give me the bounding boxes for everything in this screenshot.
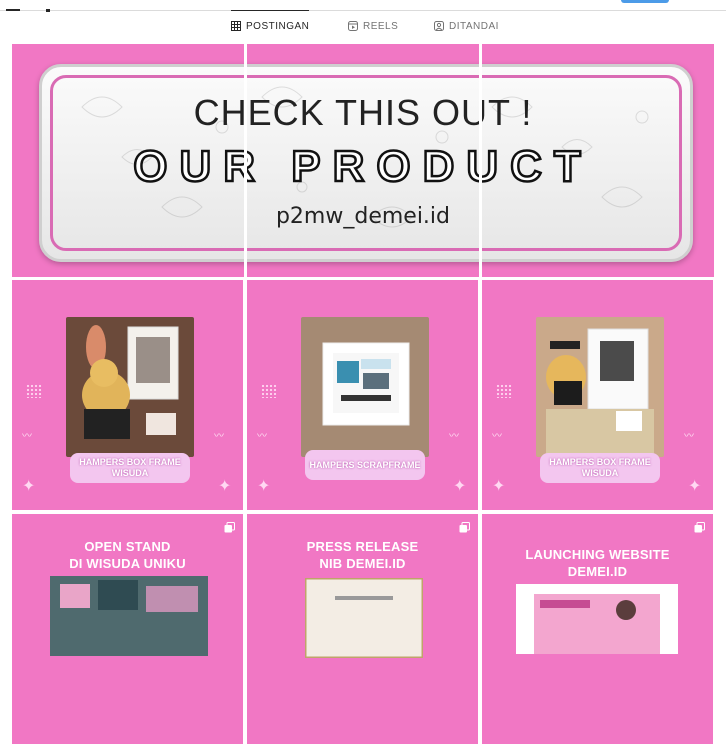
post-hampers-scrapframe[interactable]: HAMPERS SCRAPFRAME 〰 〰 ✦ ✦ bbox=[247, 280, 478, 510]
post-label: HAMPERS BOX FRAME WISUDA bbox=[549, 457, 651, 478]
banner-handle: p2mw_demei.id bbox=[275, 204, 451, 229]
post-photo bbox=[536, 317, 664, 457]
decor-wave: 〰 bbox=[257, 431, 267, 442]
grid-divider bbox=[244, 44, 247, 277]
decor-sparkle: ✦ bbox=[218, 478, 232, 495]
post-photo bbox=[66, 317, 194, 457]
post-title: PRESS RELEASE NIB DEMEI.ID bbox=[306, 539, 419, 571]
post-label-pill: HAMPERS SCRAPFRAME bbox=[305, 450, 425, 480]
post-title: OPEN STAND DI WISUDA UNIKU bbox=[69, 539, 186, 571]
tab-ditandai[interactable]: DITANDAI bbox=[434, 11, 499, 41]
decor-dots bbox=[261, 384, 277, 398]
top-bar bbox=[0, 0, 726, 12]
post-hampers-box-frame-2[interactable]: HAMPERS BOX FRAME WISUDA 〰 〰 ✦ ✦ bbox=[482, 280, 713, 510]
banner-line-1: CHECK THIS OUT ! bbox=[193, 92, 533, 133]
post-photo bbox=[301, 317, 429, 457]
tab-label: DITANDAI bbox=[449, 20, 499, 32]
grid-divider bbox=[479, 44, 482, 277]
website-screenshot bbox=[516, 584, 678, 654]
tagged-icon bbox=[434, 21, 444, 31]
stand-collage-photo bbox=[50, 576, 208, 656]
post-label: HAMPERS SCRAPFRAME bbox=[309, 459, 421, 470]
decor-wave: 〰 bbox=[449, 431, 459, 442]
banner-line-2: OUR PRODUCT bbox=[132, 141, 593, 193]
grid-icon bbox=[231, 21, 241, 31]
reels-icon bbox=[348, 21, 358, 31]
decor-wave: 〰 bbox=[492, 431, 502, 442]
teddy-frame-photo bbox=[66, 317, 194, 457]
decor-wave: 〰 bbox=[214, 431, 224, 442]
post-label-pill: HAMPERS BOX FRAME WISUDA bbox=[70, 453, 190, 483]
tab-reels[interactable]: REELS bbox=[348, 11, 398, 41]
post-title: LAUNCHING WEBSITE DEMEI.ID bbox=[525, 547, 670, 579]
decor-sparkle: ✦ bbox=[453, 478, 467, 495]
post-press-release[interactable]: PRESS RELEASE NIB DEMEI.ID bbox=[247, 514, 478, 744]
decor-sparkle: ✦ bbox=[22, 478, 36, 495]
post-label-pill: HAMPERS BOX FRAME WISUDA bbox=[540, 453, 660, 483]
decor-sparkle: ✦ bbox=[257, 478, 271, 495]
multi-post-icon bbox=[224, 522, 235, 533]
post-label: HAMPERS BOX FRAME WISUDA bbox=[79, 457, 181, 478]
scrapframe-photo bbox=[301, 317, 429, 457]
header-fragment bbox=[0, 0, 60, 12]
teddy-graduation-photo bbox=[536, 317, 664, 457]
tab-postingan[interactable]: POSTINGAN bbox=[231, 10, 310, 41]
decor-wave: 〰 bbox=[684, 431, 694, 442]
decor-sparkle: ✦ bbox=[688, 478, 702, 495]
banner-post[interactable]: CHECK THIS OUT ! OUR PRODUCT p2mw_demei.… bbox=[12, 44, 714, 277]
multi-post-icon bbox=[694, 522, 705, 533]
decor-dots bbox=[496, 384, 512, 398]
post-hampers-box-frame-1[interactable]: HAMPERS BOX FRAME WISUDA 〰 〰 ✦ ✦ bbox=[12, 280, 243, 510]
post-open-stand[interactable]: OPEN STAND DI WISUDA UNIKU bbox=[12, 514, 243, 744]
certificate-photo bbox=[305, 578, 423, 658]
tab-label: REELS bbox=[363, 20, 399, 32]
post-launching-website[interactable]: LAUNCHING WEBSITE DEMEI.ID bbox=[482, 514, 713, 744]
decor-dots bbox=[26, 384, 42, 398]
profile-tabs: POSTINGAN REELS DITANDAI bbox=[0, 10, 726, 41]
decor-sparkle: ✦ bbox=[492, 478, 506, 495]
follow-button[interactable] bbox=[621, 0, 669, 3]
multi-post-icon bbox=[459, 522, 470, 533]
decor-wave: 〰 bbox=[22, 431, 32, 442]
tab-label: POSTINGAN bbox=[246, 20, 310, 32]
